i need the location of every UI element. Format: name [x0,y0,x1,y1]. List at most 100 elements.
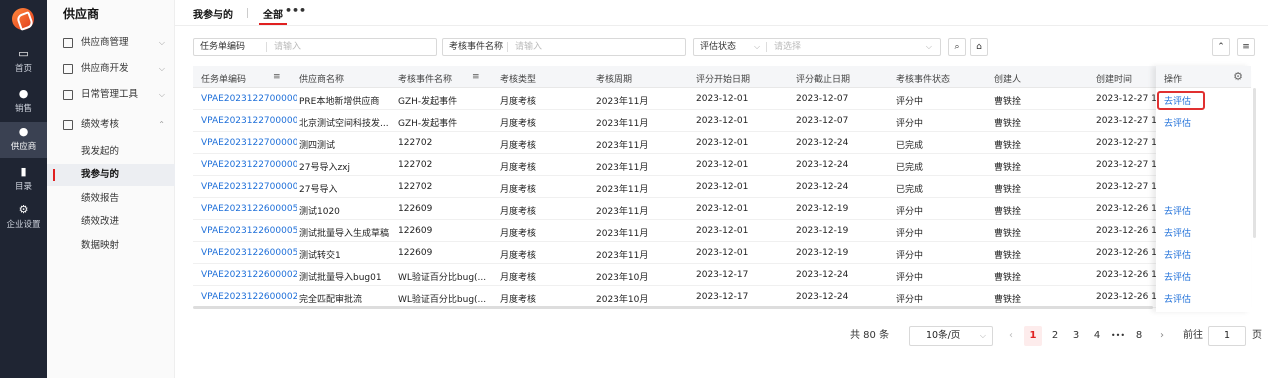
table-cell: 月度考核 [500,185,537,195]
table-cell: 测试批量导入bug01 [299,273,382,283]
filter-placeholder: 请选择 [774,42,802,52]
rail-item-home[interactable]: ▭ 首页 [0,44,47,80]
task-code-link[interactable]: VPAE20231227000005-2 [201,116,297,126]
menu-label: 供应商开发 [81,63,129,74]
filter-task-code[interactable]: 任务单编码 请输入 [193,38,437,56]
task-code-link[interactable]: VPAE20231226000051-1 [201,204,297,214]
rail-item-catalog[interactable]: ▮ 目录 [0,162,47,198]
filter-icon[interactable]: ≡ [273,72,281,82]
table-cell: 月度考核 [500,273,537,283]
task-code-link[interactable]: VPAE20231227000004-3 [201,160,297,170]
more-pages-button[interactable]: ••• [1109,326,1127,346]
table-cell: 27号导入 [299,185,338,195]
horizontal-scrollbar[interactable] [193,306,1153,309]
chevron-down-icon: ⌵ [158,64,165,73]
sidebar-title: 供应商 [63,7,100,21]
evaluate-link[interactable]: 去评估 [1164,116,1191,129]
table-cell: 2023-12-07 [796,94,849,104]
task-code-link[interactable]: VPAE20231226000025-1 [201,292,297,302]
column-header: 考核事件名称 [398,75,453,85]
column-header: 评分开始日期 [696,75,751,85]
page-button[interactable]: 8 [1130,326,1148,346]
table-row: VPAE20231226000051-1测试1020 122609 月度考核 2023… [193,198,1251,220]
table-cell: 122609 [398,226,433,236]
goto-label: 前往 [1183,330,1203,341]
clear-button[interactable]: ⌂ [970,38,988,56]
filter-menu-button[interactable]: ≡ [1237,38,1255,56]
rail-item-sales[interactable]: ● 销售 [0,84,47,120]
filter-icon[interactable]: ≡ [472,72,480,82]
menu-performance[interactable]: 绩效考核 ⌃ [47,114,175,136]
prev-page-button[interactable]: ‹ [1002,326,1020,346]
collapse-button[interactable]: ⌃ [1212,38,1230,56]
filter-status-select[interactable]: 评估状态 ⌵ 请选择 ⌵ [693,38,941,56]
rail-item-supplier[interactable]: ● 供应商 [0,122,47,158]
table-cell: 2023-12-01 [696,94,749,104]
page-button[interactable]: 4 [1088,326,1106,346]
more-icon[interactable]: ••• [285,4,306,17]
page-button[interactable]: 3 [1067,326,1085,346]
table-cell: WL验证百分比bug(... [398,273,487,283]
app-logo-icon[interactable] [12,8,34,30]
table-cell: 曹铁拴 [994,141,1022,151]
column-header: 操作 [1164,75,1183,85]
evaluate-link[interactable]: 去评估 [1164,204,1191,217]
table-cell: 月度考核 [500,295,537,305]
person-icon: ● [18,87,29,100]
filter-event-name[interactable]: 考核事件名称 请输入 [442,38,686,56]
goto-page-input[interactable]: 1 [1208,326,1246,346]
table-cell: 曹铁拴 [994,295,1022,305]
sidebar-item-report[interactable]: 绩效报告 [47,188,175,210]
page-size-select[interactable]: 10条/页 ⌵ [909,326,993,346]
page-button[interactable]: 2 [1046,326,1064,346]
table-cell: 评分中 [896,273,924,283]
sidebar-item-initiated[interactable]: 我发起的 [47,141,175,163]
table-cell: 曹铁拴 [994,185,1022,195]
table-cell: 2023-12-27 16:08: [1096,138,1156,148]
table-cell: 曹铁拴 [994,97,1022,107]
table-cell: 2023-12-19 [796,226,849,236]
tab-participated[interactable]: 我参与的 [193,6,233,21]
sidebar-item-participated[interactable]: 我参与的 [47,164,175,186]
evaluate-link[interactable]: 去评估 [1164,292,1191,305]
evaluate-link[interactable]: 去评估 [1164,270,1191,283]
table-row: VPAE20231226000051-2测试批量导入生成草稿 122609 月度考核… [193,220,1251,242]
rail-item-settings[interactable]: ⚙ 企业设置 [0,200,47,236]
tab-all[interactable]: 全部 [259,6,287,25]
evaluate-link[interactable]: 去评估 [1164,226,1191,239]
column-header: 供应商名称 [299,75,345,85]
task-code-link[interactable]: VPAE20231227000004-1 [201,138,297,148]
task-code-link[interactable]: VPAE20231226000051-3 [201,248,297,258]
sidebar-item-improvement[interactable]: 绩效改进 [47,211,175,233]
table-cell: 2023-12-17 [696,270,749,280]
vertical-scrollbar[interactable] [1253,88,1256,238]
menu-daily-tools[interactable]: 日常管理工具 ⌵ [47,84,175,106]
filter-icon: ≡ [1242,42,1250,52]
task-code-link[interactable]: VPAE20231226000025-2 [201,270,297,280]
table-cell: 2023-12-27 16:08: [1096,160,1156,170]
gear-icon[interactable]: ⚙ [1233,70,1243,83]
table-cell: 122702 [398,160,433,170]
task-code-link[interactable]: VPAE20231227000004-2 [201,182,297,192]
task-code-link[interactable]: VPAE20231227000005-1 [201,94,297,104]
table-cell: 122609 [398,248,433,258]
menu-supplier-management[interactable]: 供应商管理 ⌵ [47,32,175,54]
table-cell: 2023-12-01 [696,138,749,148]
evaluate-link[interactable]: 去评估 [1164,248,1191,261]
table-row: VPAE20231227000004-1测四测试 122702 月度考核 2023年1… [193,132,1251,154]
chevron-up-icon: ⌃ [158,120,165,129]
chart-icon [63,120,73,130]
menu-supplier-development[interactable]: 供应商开发 ⌵ [47,58,175,80]
filter-label: 评估状态 [700,42,737,52]
sidebar-item-mapping[interactable]: 数据映射 [47,235,175,257]
table-cell: 曹铁拴 [994,163,1022,173]
next-page-button[interactable]: › [1153,326,1171,346]
page-button[interactable]: 1 [1024,326,1042,346]
search-button[interactable]: ⌕ [948,38,966,56]
table-header: 任务单编码 ≡ 供应商名称 考核事件名称 ≡ 考核类型 考核周期 评分开始日期 … [193,66,1251,88]
column-header: 考核周期 [596,75,633,85]
table-cell: 测试批量导入生成草稿 [299,229,390,239]
task-code-link[interactable]: VPAE20231226000051-2 [201,226,297,236]
table-cell: 2023-12-24 [796,182,849,192]
chevron-down-icon: ⌵ [925,42,932,51]
